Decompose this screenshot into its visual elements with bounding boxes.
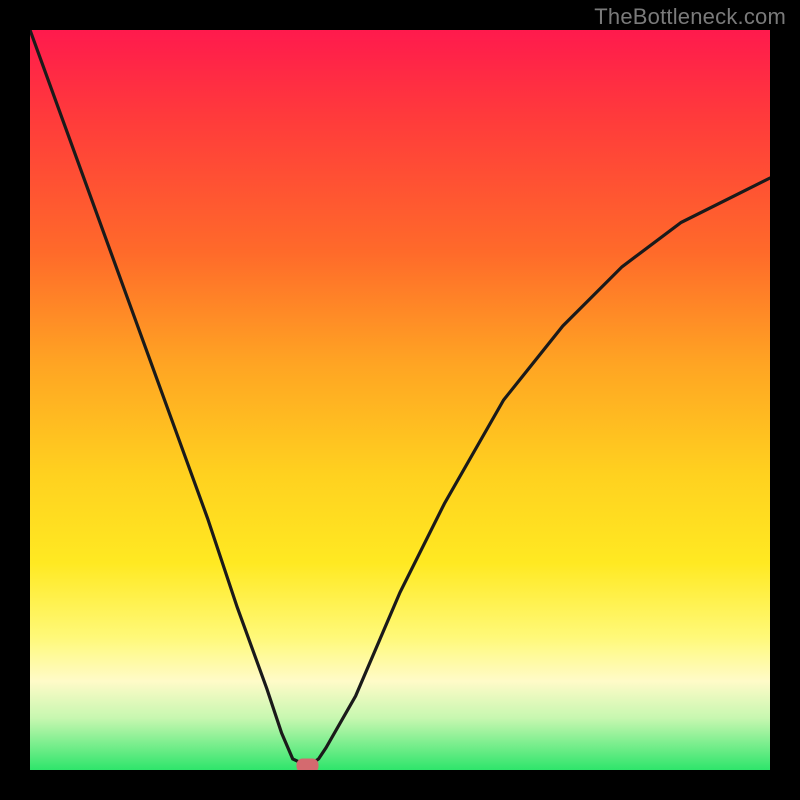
chart-frame: TheBottleneck.com [0,0,800,800]
bottleneck-chart [30,30,770,770]
optimal-marker [297,759,319,770]
plot-area [30,30,770,770]
watermark-text: TheBottleneck.com [594,4,786,30]
bottleneck-curve [30,30,770,764]
